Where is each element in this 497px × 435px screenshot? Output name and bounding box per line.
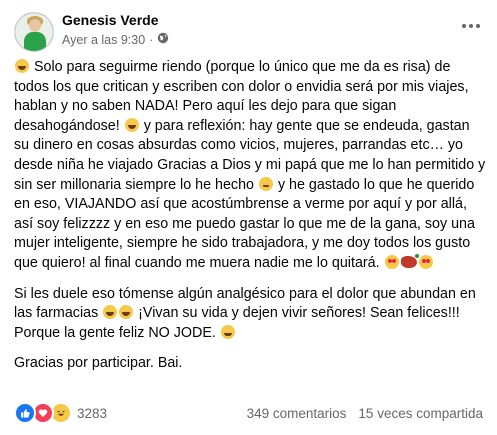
heart-eyes-face-emoji-icon <box>384 254 399 269</box>
more-options-icon[interactable] <box>459 16 483 36</box>
shares-count[interactable]: 15 veces compartida <box>358 406 483 421</box>
post-body: Solo para seguirme riendo (porque lo úni… <box>14 58 486 385</box>
globe-icon <box>157 32 169 47</box>
post-meta: Ayer a las 9:30 · <box>62 32 169 47</box>
post-paragraph: Solo para seguirme riendo (porque lo úni… <box>14 58 486 274</box>
rolling-laughing-face-emoji-icon <box>124 117 139 132</box>
face-with-tears-of-joy-emoji-icon <box>220 324 235 339</box>
post-header: Genesis Verde Ayer a las 9:30 · <box>14 10 483 52</box>
reaction-count[interactable]: 3283 <box>77 406 107 421</box>
post-paragraph: Gracias por participar. Bai. <box>14 354 486 374</box>
facebook-post: Genesis Verde Ayer a las 9:30 · Solo par… <box>0 0 497 435</box>
meta-separator: · <box>149 32 154 47</box>
reactions-summary[interactable]: 3283 <box>14 402 107 424</box>
grinning-squinting-face-emoji-icon <box>103 305 118 320</box>
grinning-face-emoji-icon <box>119 305 134 320</box>
post-text: Gracias por participar. Bai. <box>14 355 183 372</box>
author-name[interactable]: Genesis Verde <box>62 12 159 28</box>
grinning-squinting-face-emoji-icon <box>15 59 29 73</box>
avatar[interactable] <box>14 12 54 52</box>
like-reaction-icon <box>14 402 36 424</box>
post-footer: 3283 349 comentarios 15 veces compartida <box>14 402 483 424</box>
engagement-stats: 349 comentarios 15 veces compartida <box>247 406 483 421</box>
comments-count[interactable]: 349 comentarios <box>247 406 347 421</box>
chili-pepper-emoji-icon <box>400 253 419 268</box>
smiling-face-with-hearts-emoji-icon <box>418 254 433 269</box>
post-paragraph: Si les duele eso tómense algún analgésic… <box>14 285 486 344</box>
post-timestamp[interactable]: Ayer a las 9:30 <box>62 33 145 47</box>
winking-face-emoji-icon <box>258 176 273 191</box>
